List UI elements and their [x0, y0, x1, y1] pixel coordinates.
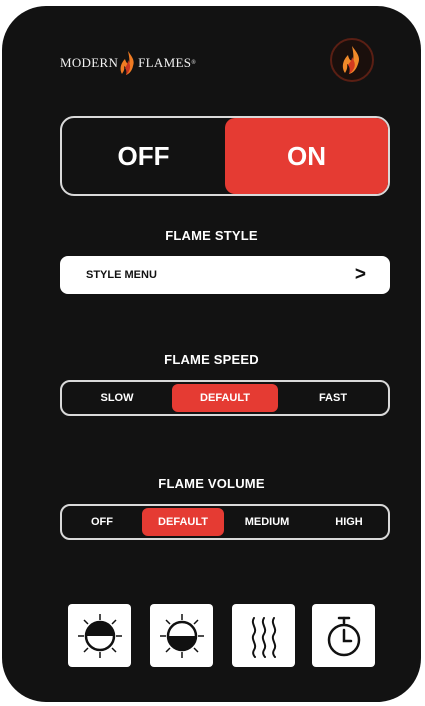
brand-name-right: FLAMES [138, 55, 192, 70]
speed-option-fast[interactable]: FAST [278, 382, 388, 414]
flame-icon [342, 46, 360, 74]
remote-panel: MODERN FLAMES ® OFF ON FLAME STYLE STYLE … [2, 6, 421, 702]
brightness-up-button[interactable] [68, 604, 131, 667]
volume-option-medium[interactable]: MEDIUM [224, 506, 310, 538]
power-off-button[interactable]: OFF [62, 118, 225, 194]
speed-option-default[interactable]: DEFAULT [172, 384, 278, 412]
heat-button[interactable] [232, 604, 295, 667]
flame-volume-selector[interactable]: OFF DEFAULT MEDIUM HIGH [60, 504, 390, 540]
flame-speed-selector[interactable]: SLOW DEFAULT FAST [60, 380, 390, 416]
timer-icon [327, 616, 360, 656]
volume-option-default[interactable]: DEFAULT [142, 508, 224, 536]
power-toggle[interactable]: OFF ON [60, 116, 390, 196]
volume-option-high[interactable]: HIGH [310, 506, 388, 538]
chevron-right-icon: > [354, 264, 366, 285]
speed-option-slow[interactable]: SLOW [62, 382, 172, 414]
power-on-button[interactable]: ON [225, 118, 388, 194]
heat-icon [251, 616, 276, 658]
trademark-mark: ® [191, 60, 197, 66]
flame-logo-button[interactable] [330, 38, 374, 82]
brightness-up-icon [77, 613, 122, 658]
flame-speed-title: FLAME SPEED [164, 352, 259, 367]
timer-button[interactable] [312, 604, 375, 667]
style-menu-label: STYLE MENU [86, 269, 157, 281]
style-menu-button[interactable]: STYLE MENU > [60, 256, 390, 294]
flame-volume-title: FLAME VOLUME [158, 476, 265, 491]
brand-logo: MODERN FLAMES ® [60, 46, 196, 80]
volume-option-off[interactable]: OFF [62, 506, 142, 538]
brightness-down-button[interactable] [150, 604, 213, 667]
brand-name-left: MODERN [60, 55, 119, 70]
brand-flame-icon [120, 51, 134, 75]
flame-style-title: FLAME STYLE [165, 228, 258, 243]
brightness-down-icon [159, 613, 204, 658]
